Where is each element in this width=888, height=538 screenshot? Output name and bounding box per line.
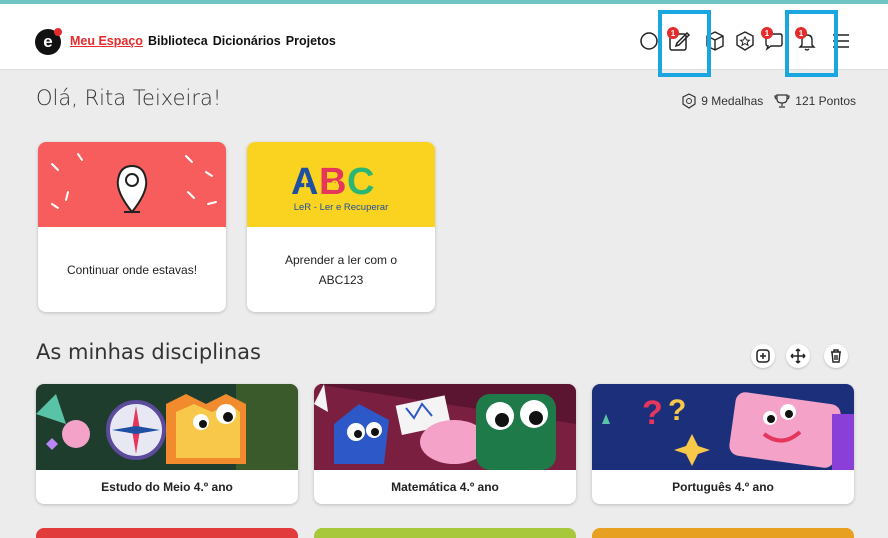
discipline-card-matematica[interactable]: Matemática 4.º ano — [314, 384, 576, 504]
nav-biblioteca[interactable]: Biblioteca — [148, 34, 208, 48]
svg-text:?: ? — [642, 394, 663, 432]
abc123-logo: A B C 1 2 3 LeR - Ler e Recuperar — [291, 161, 389, 213]
ler-brand-text: LeR - Ler e Recuperar — [294, 202, 389, 213]
greeting: Olá, Rita Teixeira! — [36, 86, 222, 110]
nav-projetos[interactable]: Projetos — [286, 34, 336, 48]
logo-dot — [54, 28, 62, 36]
digit-2: 2 — [331, 177, 339, 193]
abc123-card[interactable]: A B C 1 2 3 LeR - Ler e Recuperar Aprend… — [247, 142, 435, 312]
trophy-icon — [774, 94, 790, 108]
delete-discipline-button[interactable] — [824, 344, 848, 368]
continue-card-banner — [38, 142, 226, 227]
trash-icon — [831, 349, 841, 363]
highlight-box-edit — [658, 10, 711, 77]
medals-count: 9 Medalhas — [701, 94, 764, 108]
abc123-card-label: Aprender a ler com o ABC123 — [284, 252, 398, 287]
chat-badge: 1 — [761, 27, 773, 39]
discipline-card-partial-2[interactable] — [314, 528, 576, 538]
discipline-card-partial-1[interactable] — [36, 528, 298, 538]
abc123-card-banner: A B C 1 2 3 LeR - Ler e Recuperar — [247, 142, 435, 227]
discipline-card-portugues[interactable]: ? ? Português 4.º ano — [592, 384, 854, 504]
plus-box-icon — [756, 349, 770, 363]
matematica-artwork — [314, 384, 576, 470]
add-discipline-button[interactable] — [751, 344, 775, 368]
header: e Meu Espaço Biblioteca Dicionários Proj… — [0, 4, 888, 77]
nav-dicionarios[interactable]: Dicionários — [213, 34, 281, 48]
chat-icon[interactable]: 1 — [758, 26, 788, 56]
discipline-label: Português 4.º ano — [672, 480, 774, 494]
discipline-card-estudo-do-meio[interactable]: Estudo do Meio 4.º ano — [36, 384, 298, 504]
nav-meu-espaco[interactable]: Meu Espaço — [70, 34, 143, 48]
estudo-do-meio-artwork — [36, 384, 298, 470]
points-count: 121 Pontos — [795, 94, 856, 108]
highlight-box-bell — [785, 10, 838, 77]
continue-card-label: Continuar onde estavas! — [66, 262, 198, 277]
main-nav: Meu Espaço Biblioteca Dicionários Projet… — [70, 34, 336, 48]
digit-1: 1 — [301, 177, 309, 193]
logo-letter: e — [43, 32, 53, 51]
section-title: As minhas disciplinas — [36, 340, 261, 364]
portugues-artwork: ? ? — [592, 384, 854, 470]
location-pin-icon — [51, 153, 217, 214]
move-icon — [790, 348, 806, 364]
move-discipline-button[interactable] — [786, 344, 810, 368]
discipline-label: Matemática 4.º ano — [391, 480, 499, 494]
medal-icon[interactable] — [730, 26, 760, 56]
logo[interactable]: e — [35, 28, 62, 55]
stats-bar: 9 Medalhas 121 Pontos — [681, 92, 856, 110]
svg-text:?: ? — [668, 394, 686, 427]
medal-stat-icon — [682, 93, 696, 109]
discipline-label: Estudo do Meio 4.º ano — [101, 480, 233, 494]
discipline-card-partial-3[interactable] — [592, 528, 854, 538]
digit-3: 3 — [360, 169, 368, 185]
continue-card[interactable]: Continuar onde estavas! — [38, 142, 226, 312]
